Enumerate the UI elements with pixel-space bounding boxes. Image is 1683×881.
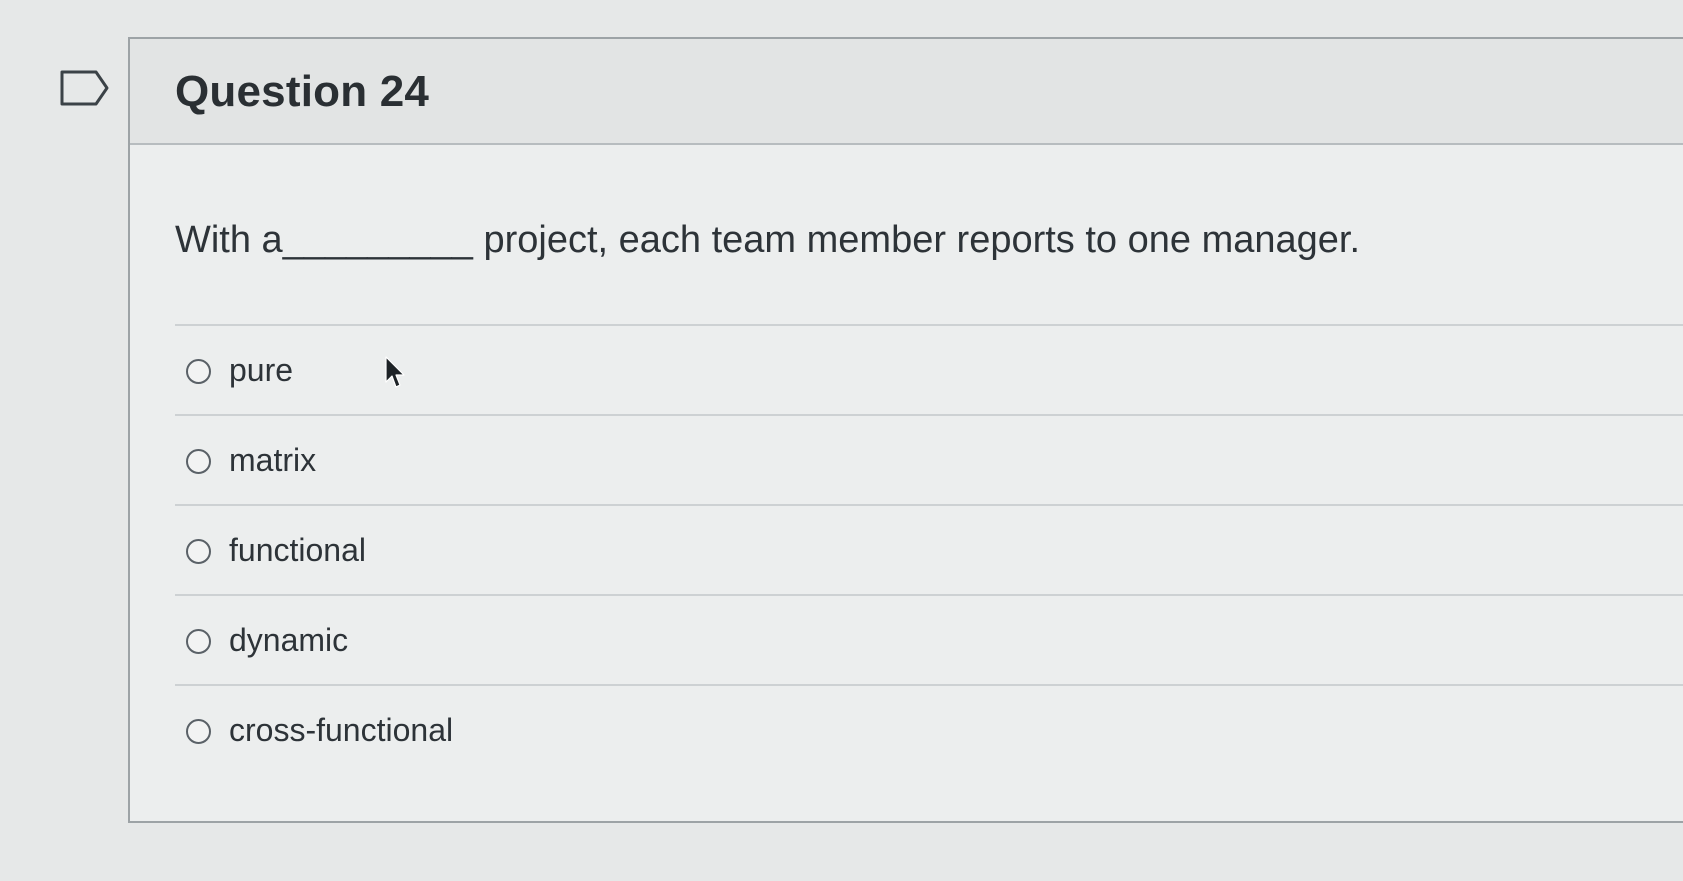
radio-unchecked-icon[interactable]: [186, 629, 211, 654]
question-header: Question 24: [130, 39, 1683, 145]
answer-list: pure matrix functional dynamic cross-fun…: [175, 324, 1683, 774]
question-title: Question 24: [175, 67, 430, 116]
answer-option-matrix[interactable]: matrix: [175, 414, 1683, 504]
answer-option-cross-functional[interactable]: cross-functional: [175, 684, 1683, 774]
answer-label[interactable]: functional: [229, 532, 366, 569]
answer-label[interactable]: cross-functional: [229, 712, 453, 749]
answer-label[interactable]: matrix: [229, 442, 316, 479]
flag-question-icon[interactable]: [60, 70, 110, 106]
radio-unchecked-icon[interactable]: [186, 539, 211, 564]
answer-option-functional[interactable]: functional: [175, 504, 1683, 594]
mouse-pointer-icon: [384, 356, 406, 390]
answer-label[interactable]: pure: [229, 352, 293, 389]
question-text: With a_________ project, each team membe…: [175, 219, 1361, 261]
radio-unchecked-icon[interactable]: [186, 359, 211, 384]
answer-option-dynamic[interactable]: dynamic: [175, 594, 1683, 684]
radio-unchecked-icon[interactable]: [186, 449, 211, 474]
radio-unchecked-icon[interactable]: [186, 719, 211, 744]
question-card: Question 24 With a_________ project, eac…: [128, 37, 1683, 823]
answer-label[interactable]: dynamic: [229, 622, 348, 659]
